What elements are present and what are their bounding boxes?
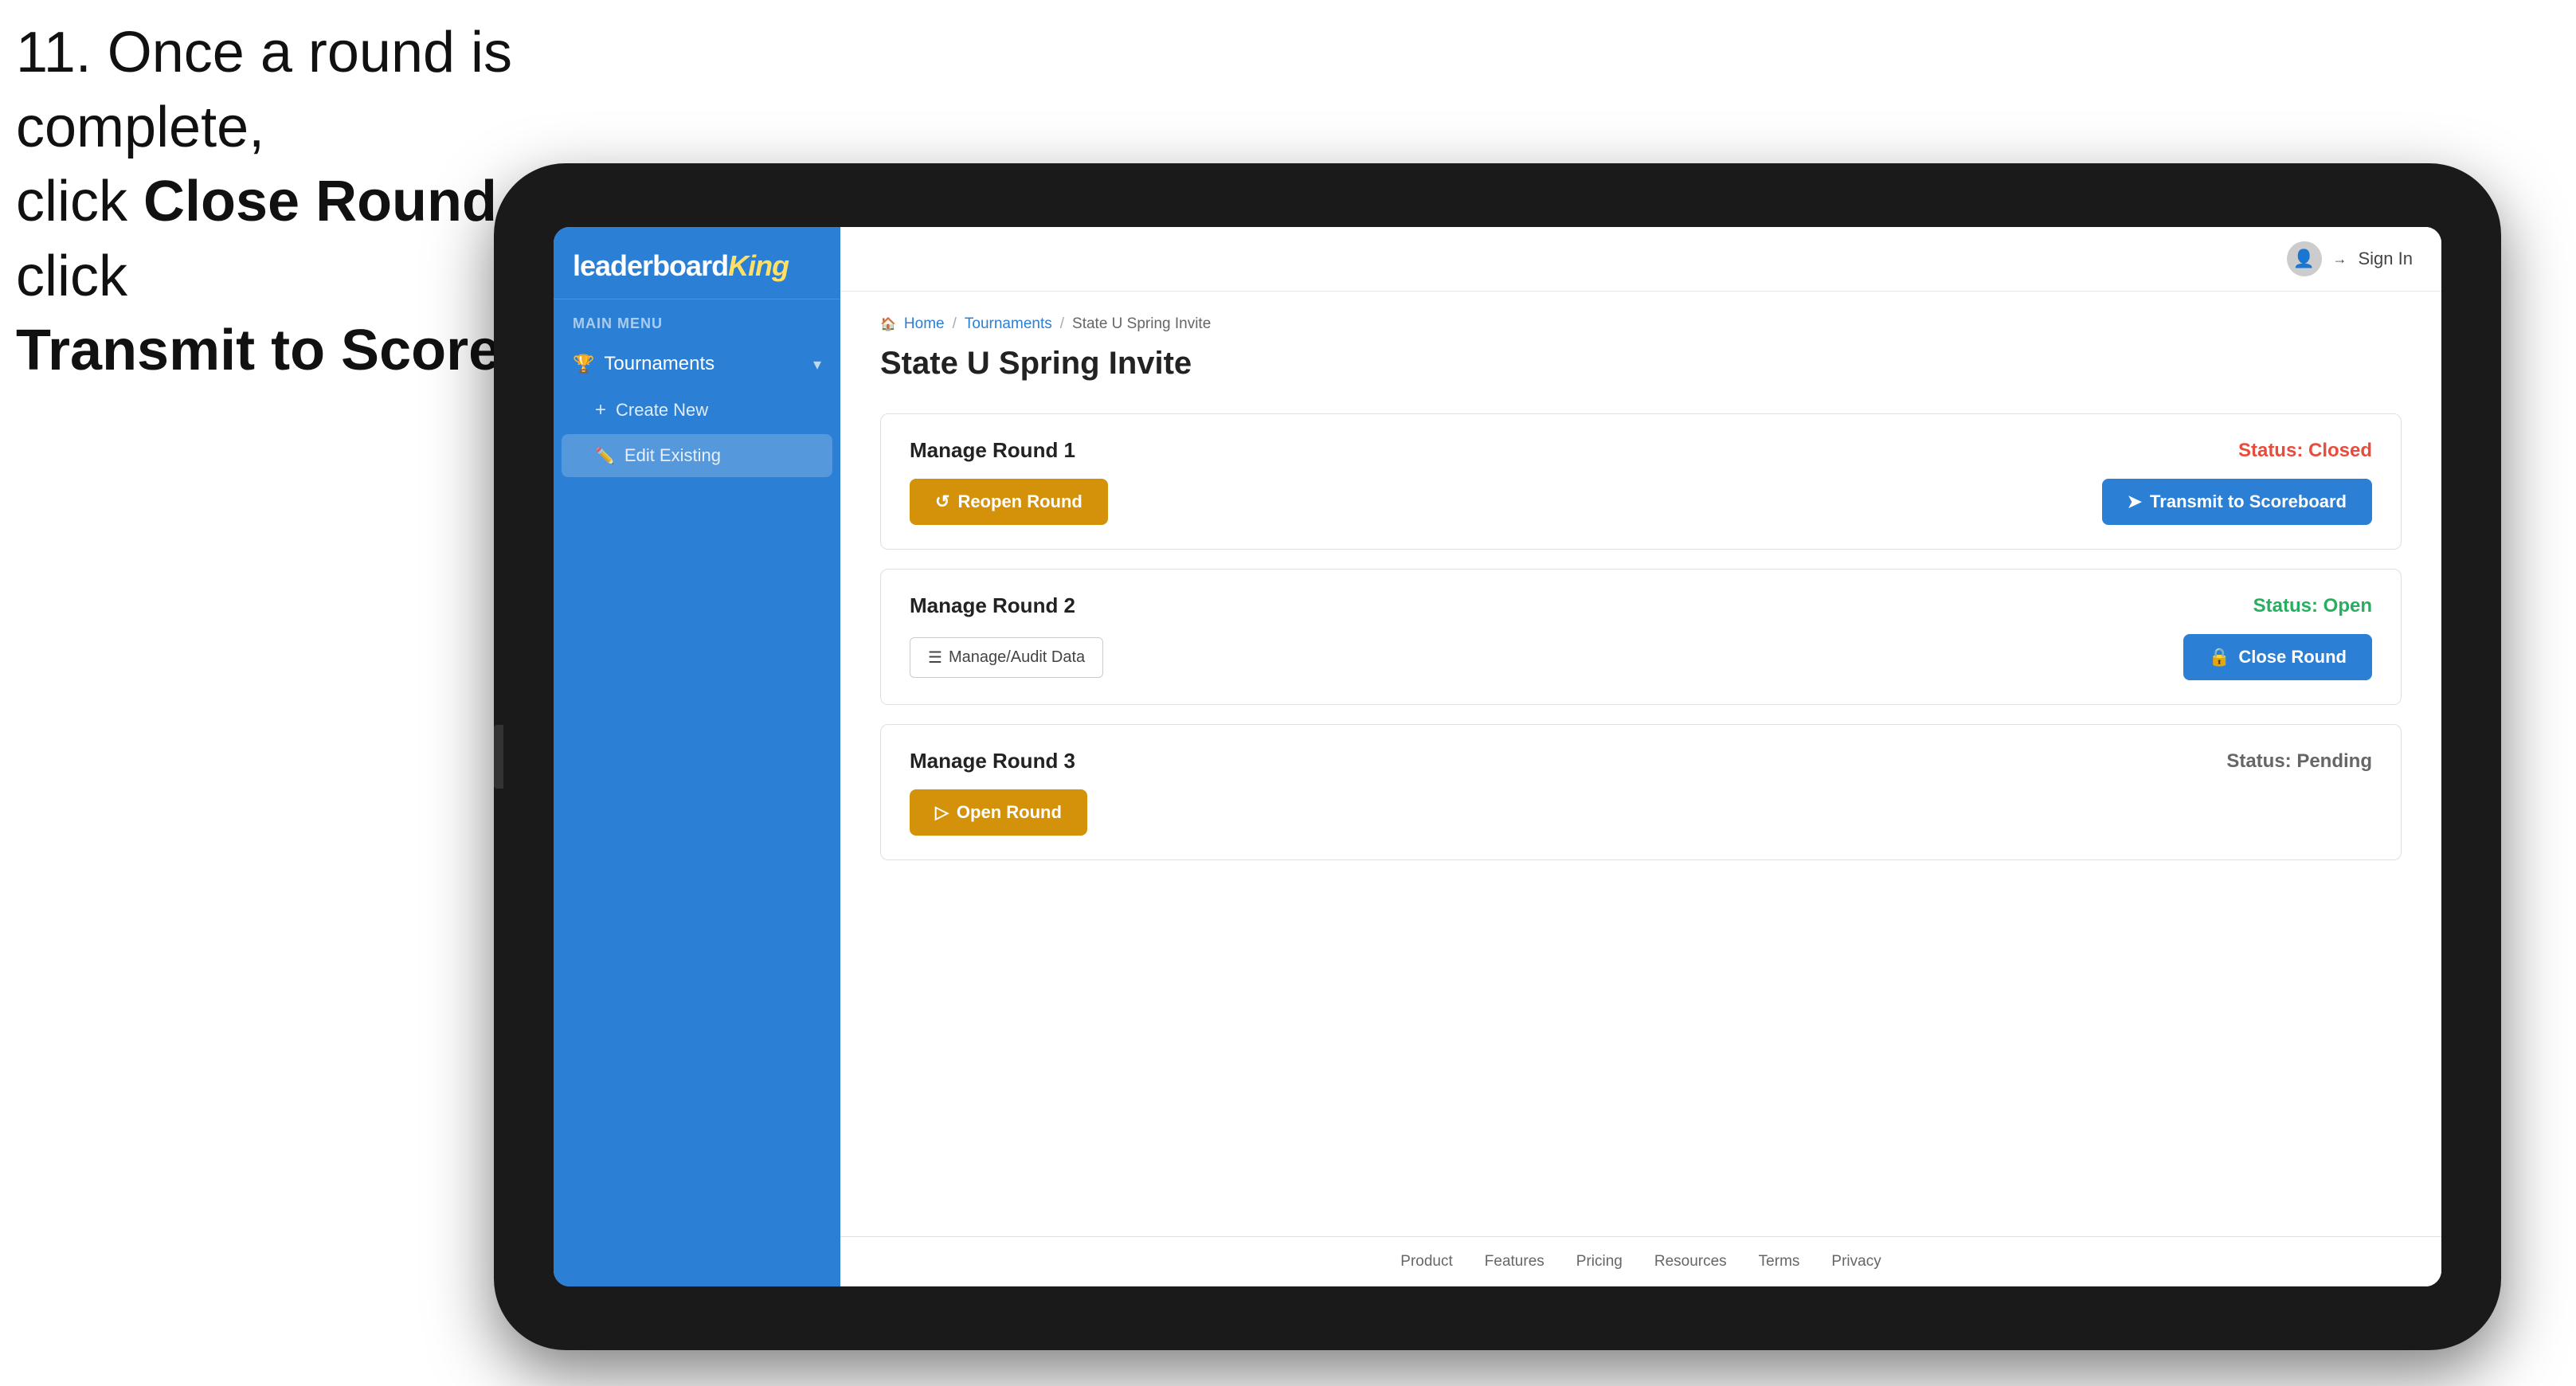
main-menu-label: MAIN MENU [554,300,840,340]
page-content: 🏠 Home / Tournaments / State U Spring In… [840,292,2441,1236]
round-1-right-button[interactable]: ➤ Transmit to Scoreboard [2102,479,2372,525]
sidebar-nav: 🏆 Tournaments ▾ + Create New ✏️ Edit Exi… [554,340,840,1286]
create-new-label: Create New [616,400,708,421]
round-card-3: Manage Round 3 Status: Pending ▷ Open Ro… [880,724,2402,860]
main-content: 👤 → Sign In 🏠 Home / Tournaments / State [840,227,2441,1286]
sidebar-item-edit-existing[interactable]: ✏️ Edit Existing [562,434,832,477]
edit-icon: ✏️ [595,446,615,466]
breadcrumb-home[interactable]: Home [904,315,945,333]
round-1-status: Status: Closed [2238,440,2372,462]
footer-resources[interactable]: Resources [1654,1253,1727,1270]
home-icon: 🏠 [880,316,896,332]
round-2-status: Status: Open [2253,595,2372,617]
left-btn-icon: ↺ [935,491,949,512]
round-3-title: Manage Round 3 [910,749,1075,773]
sign-in-label[interactable]: Sign In [2359,249,2414,269]
sidebar-logo: leaderboardKing [554,227,840,300]
logo-king: King [728,249,789,282]
footer-product[interactable]: Product [1400,1253,1452,1270]
footer-terms[interactable]: Terms [1759,1253,1800,1270]
left-btn-icon: ▷ [935,802,949,823]
sidebar-item-create-new[interactable]: + Create New [554,388,840,433]
tablet-shell: leaderboardKing MAIN MENU 🏆 Tournaments … [494,163,2501,1350]
breadcrumb: 🏠 Home / Tournaments / State U Spring In… [880,315,2402,333]
left-btn-icon: ☰ [928,648,942,668]
instruction-line1: 11. Once a round is complete, [16,21,512,159]
round-3-status: Status: Pending [2226,750,2372,773]
avatar: 👤 [2287,241,2322,276]
round-3-left-button[interactable]: ▷ Open Round [910,789,1087,836]
plus-icon: + [595,399,606,421]
breadcrumb-tournaments[interactable]: Tournaments [965,315,1052,333]
round-2-left-button[interactable]: ☰ Manage/Audit Data [910,637,1103,678]
sidebar: leaderboardKing MAIN MENU 🏆 Tournaments … [554,227,840,1286]
footer: Product Features Pricing Resources Terms… [840,1236,2441,1286]
edit-existing-label: Edit Existing [624,445,721,466]
round-2-title: Manage Round 2 [910,593,1075,618]
round-card-1: Manage Round 1 Status: Closed ↺ Reopen R… [880,413,2402,550]
tablet-screen: leaderboardKing MAIN MENU 🏆 Tournaments … [554,227,2441,1286]
footer-pricing[interactable]: Pricing [1576,1253,1623,1270]
footer-privacy[interactable]: Privacy [1831,1253,1881,1270]
top-bar: 👤 → Sign In [840,227,2441,292]
right-btn-icon: 🔒 [2209,647,2230,668]
footer-features[interactable]: Features [1485,1253,1544,1270]
round-1-left-button[interactable]: ↺ Reopen Round [910,479,1108,525]
tournaments-nav-label: Tournaments [604,353,714,375]
page-title: State U Spring Invite [880,346,2402,382]
right-btn-icon: ➤ [2128,491,2142,512]
breadcrumb-current: State U Spring Invite [1072,315,1211,333]
sign-in-arrow-icon: → [2333,251,2347,268]
round-2-right-button[interactable]: 🔒 Close Round [2183,634,2372,680]
rounds-container: Manage Round 1 Status: Closed ↺ Reopen R… [880,413,2402,860]
sign-in-area: 👤 → Sign In [2287,241,2414,276]
trophy-icon: 🏆 [573,354,594,374]
side-button [494,725,503,789]
round-card-2: Manage Round 2 Status: Open ☰ Manage/Aud… [880,569,2402,705]
chevron-down-icon: ▾ [813,354,821,374]
round-1-title: Manage Round 1 [910,438,1075,463]
sidebar-item-tournaments[interactable]: 🏆 Tournaments ▾ [554,340,840,388]
logo-leaderboard: leaderboard [573,249,728,282]
